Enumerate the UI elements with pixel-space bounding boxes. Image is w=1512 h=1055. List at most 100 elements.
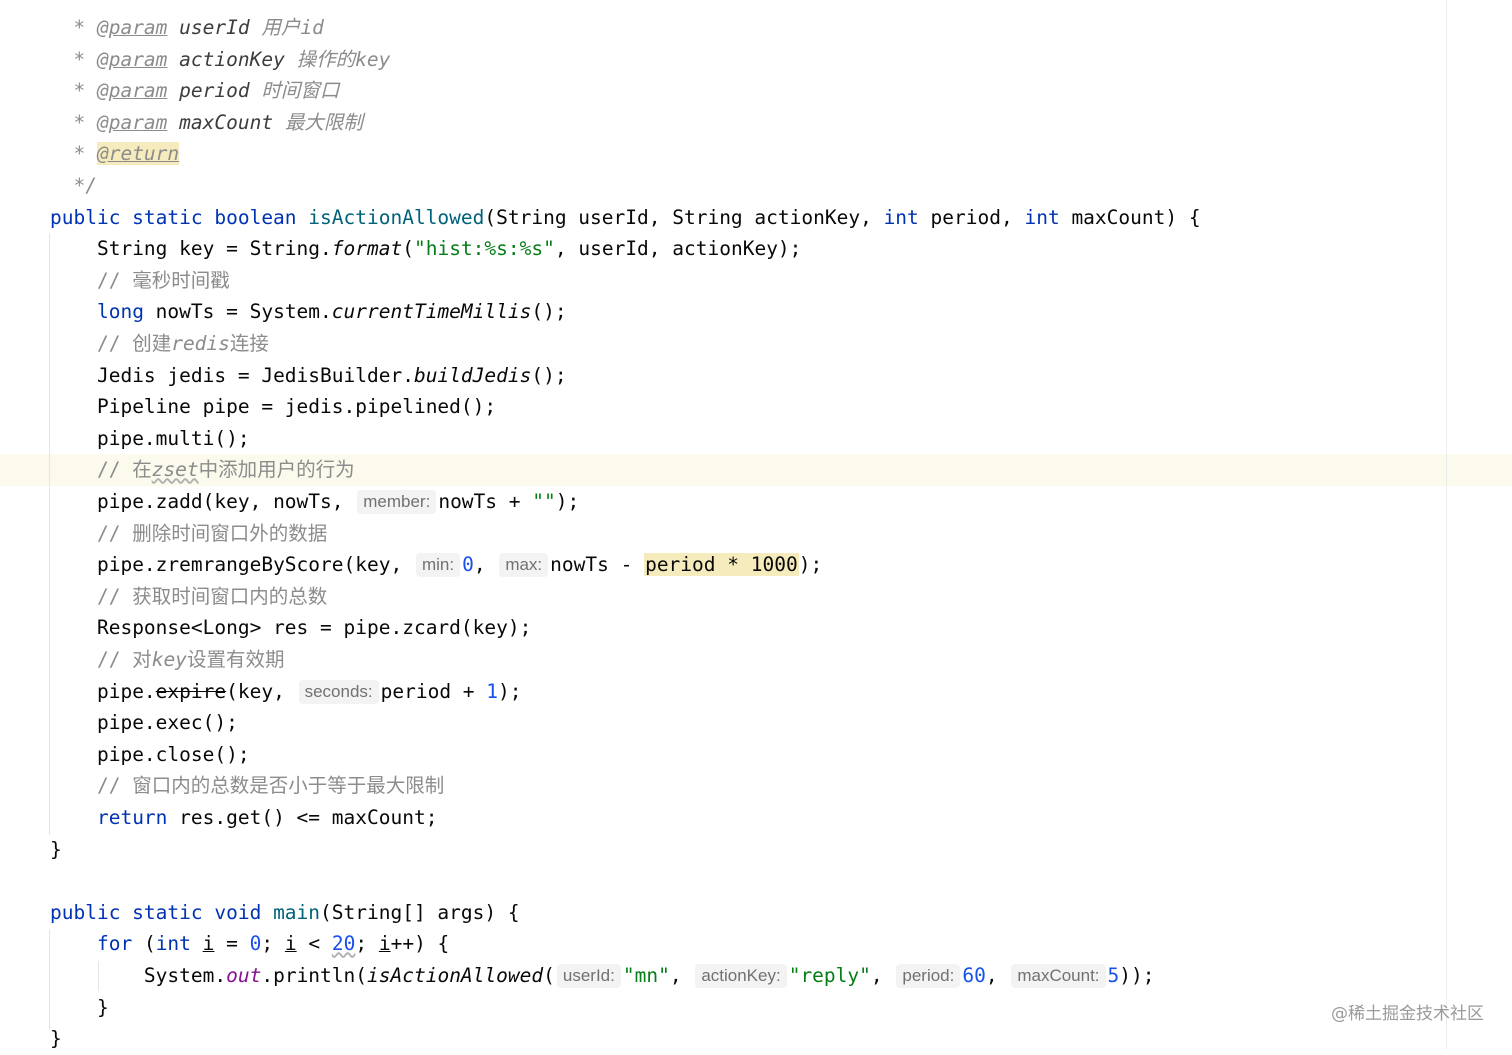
code-token: , userId, actionKey); [554, 237, 802, 261]
code-line[interactable]: // 在zset中添加用户的行为 [0, 454, 1512, 486]
code-line[interactable]: System.out.println(isActionAllowed(userI… [0, 960, 1446, 992]
code-line[interactable]: // 毫秒时间戳 [0, 265, 1446, 297]
code-token: Pipeline pipe = jedis.pipelined(); [96, 395, 497, 419]
code-line[interactable]: * @param period 时间窗口 [0, 75, 1446, 107]
parameter-hint: member: [357, 490, 437, 514]
code-line[interactable]: * @param userId 用户id [0, 12, 1446, 44]
code-token: pipe.exec(); [96, 711, 238, 735]
code-token: expire [155, 679, 227, 703]
code-line[interactable]: pipe.multi(); [0, 423, 1446, 455]
code-token: .println( [261, 964, 368, 987]
code-line[interactable]: String key = String.format("hist:%s:%s",… [0, 233, 1446, 265]
code-token: isActionAllowed [367, 964, 544, 987]
code-line[interactable]: pipe.close(); [0, 739, 1446, 771]
code-token: , [473, 553, 498, 577]
code-line[interactable]: public static boolean isActionAllowed(St… [0, 202, 1446, 234]
code-token: = [214, 932, 250, 956]
code-token: format [331, 237, 403, 261]
code-token: 20 [331, 932, 356, 956]
code-line[interactable]: long nowTs = System.currentTimeMillis(); [0, 296, 1446, 328]
code-line[interactable]: pipe.zadd(key, nowTs, member: nowTs + "")… [0, 486, 1446, 518]
code-token: long [96, 300, 144, 324]
code-token: actionKey [179, 47, 285, 71]
code-token: currentTimeMillis [331, 300, 532, 324]
code-line[interactable]: * @param actionKey 操作的key [0, 44, 1446, 76]
code-line[interactable]: for (int i = 0; i < 20; i++) { [0, 928, 1446, 960]
code-token: period * 1000 [644, 553, 799, 577]
code-token: for [96, 932, 133, 956]
code-token: // 在 [96, 458, 152, 482]
code-line[interactable]: pipe.expire(key, seconds: period + 1); [0, 676, 1446, 708]
code-token: ( [402, 237, 414, 261]
code-token: pipe.zremrangeByScore(key, [96, 553, 414, 577]
code-line[interactable]: // 创建redis连接 [0, 328, 1446, 360]
code-line[interactable]: } [0, 1023, 1446, 1055]
code-token: @param [96, 16, 168, 39]
code-line[interactable]: * @return [0, 138, 1446, 170]
code-token: public static void [50, 900, 274, 924]
code-line[interactable]: return res.get() <= maxCount; [0, 802, 1446, 834]
code-line[interactable]: */ [0, 170, 1446, 202]
code-token: public static boolean [50, 205, 309, 229]
code-line[interactable]: } [0, 834, 1446, 866]
code-token: 连接 [229, 332, 269, 355]
code-token: i [202, 932, 215, 956]
code-token: 1 [486, 679, 499, 703]
code-token: * [73, 16, 97, 39]
code-token: i [284, 932, 297, 956]
code-line[interactable]: // 窗口内的总数是否小于等于最大限制 [0, 770, 1446, 802]
code-token: ++) { [390, 932, 450, 956]
code-editor[interactable]: * @param userId 用户id * @param actionKey … [0, 0, 1512, 1050]
code-token: buildJedis [413, 363, 532, 387]
code-line[interactable]: Pipeline pipe = jedis.pipelined(); [0, 391, 1446, 423]
code-line[interactable]: public static void main(String[] args) { [0, 897, 1446, 929]
code-line[interactable]: // 获取时间窗口内的总数 [0, 581, 1446, 613]
code-token: 时间窗口 [249, 79, 340, 103]
code-line[interactable]: pipe.zremrangeByScore(key, min: 0, max: no… [0, 549, 1446, 581]
code-token: period [179, 79, 250, 103]
code-token: pipe.zadd(key, nowTs, [96, 490, 356, 513]
code-line[interactable]: } [0, 992, 1446, 1024]
code-token: * [73, 110, 97, 134]
code-token: maxCount [179, 110, 274, 134]
code-line[interactable]: * @param maxCount 最大限制 [0, 107, 1446, 139]
code-token: zset [151, 458, 199, 482]
code-token: ( [132, 932, 156, 956]
code-line[interactable]: // 删除时间窗口外的数据 [0, 518, 1446, 550]
code-line[interactable]: // 对key设置有效期 [0, 644, 1446, 676]
code-token: maxCount) { [1059, 205, 1201, 229]
code-token: pipe.multi(); [96, 426, 250, 450]
code-token: redis [171, 332, 230, 355]
code-token: nowTs = System. [143, 300, 332, 324]
indent-guide [49, 233, 50, 835]
code-line[interactable] [0, 865, 1446, 897]
code-token: int [155, 932, 191, 956]
code-token: res.get() <= maxCount; [167, 806, 438, 829]
watermark: @稀土掘金技术社区 [1331, 1004, 1484, 1024]
code-token: nowTs + [438, 490, 533, 513]
code-token: ); [498, 679, 522, 703]
code-line[interactable]: pipe.exec(); [0, 707, 1446, 739]
code-token: period, [918, 205, 1025, 229]
code-token: System. [143, 964, 227, 987]
code-line[interactable]: Jedis jedis = JedisBuilder.buildJedis(); [0, 360, 1446, 392]
parameter-hint: period: [896, 964, 961, 988]
code-token: 设置有效期 [186, 648, 285, 671]
code-line[interactable]: Response<Long> res = pipe.zcard(key); [0, 612, 1446, 644]
code-token: (String[] args) { [320, 900, 520, 924]
